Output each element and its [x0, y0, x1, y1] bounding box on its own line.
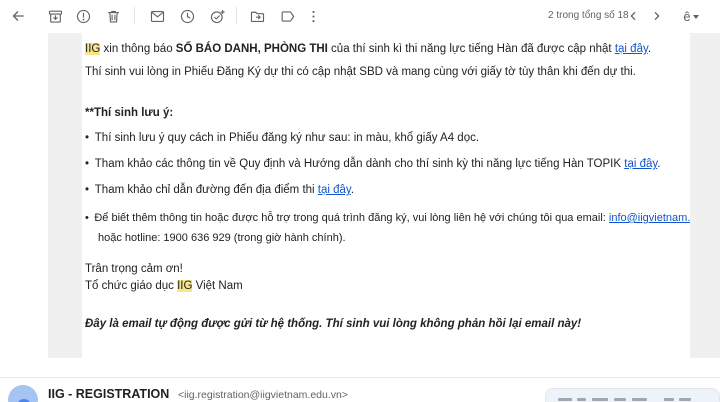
chevron-right-icon [654, 12, 660, 20]
email-content-card: IIG xin thông báo SỐ BÁO DANH, PHÒNG THI… [82, 33, 690, 358]
toolbar: 2 trong tổng số 18 ê [0, 0, 720, 32]
sender-avatar[interactable] [8, 385, 38, 402]
search-highlight: IIG [85, 43, 101, 55]
dropdown-caret-icon [692, 15, 699, 19]
delete-button[interactable] [101, 4, 125, 28]
add-to-tasks-button[interactable] [205, 4, 229, 28]
link-email-address[interactable]: info@iigvietnam.edu.vn [609, 212, 690, 224]
body-text: Trân trọng cảm ơn! [85, 263, 183, 275]
body-text: Tham khảo các thông tin về Quy định và H… [94, 158, 625, 170]
report-spam-button[interactable] [71, 4, 95, 28]
clock-icon [180, 9, 194, 23]
search-highlight: IIG [177, 280, 193, 292]
email-paragraph: Thí sinh vui lòng in Phiếu Đăng Ký dự th… [85, 66, 636, 78]
bullet-item: Để biết thêm thông tin hoặc được hỗ trợ … [85, 208, 690, 248]
bullet-item: Tham khảo các thông tin về Quy định và H… [85, 156, 660, 172]
clipped-text-fragment [558, 398, 572, 401]
pagination-counter: 2 trong tổng số 18 [548, 10, 629, 21]
clipped-text-fragment [577, 398, 586, 401]
sender-name: IIG - REGISTRATION [48, 387, 170, 401]
body-text: của thí sinh kì thi năng lực tiếng Hàn đ… [327, 43, 615, 55]
chevron-left-icon [630, 12, 636, 20]
mark-unread-button[interactable] [145, 4, 169, 28]
body-text: Tổ chức giáo dục [85, 280, 178, 292]
clipped-text-fragment [679, 398, 691, 401]
bullet-item: Thí sinh lưu ý quy cách in Phiếu đăng ký… [85, 130, 479, 146]
note-heading: **Thí sinh lưu ý: [85, 107, 174, 119]
archive-button[interactable] [43, 4, 67, 28]
body-text: Tham khảo chỉ dẫn đường đến địa điểm thi [94, 184, 318, 196]
back-button[interactable] [6, 4, 30, 28]
report-spam-icon [76, 9, 90, 23]
body-text: Thí sinh lưu ý quy cách in Phiếu đăng ký… [94, 132, 480, 144]
cutoff-popup-card[interactable] [545, 388, 720, 402]
clipped-text-fragment [632, 398, 647, 401]
more-options-button[interactable] [301, 4, 325, 28]
toolbar-separator [236, 7, 237, 24]
bullet-item: Tham khảo chỉ dẫn đường đến địa điểm thi… [85, 182, 354, 198]
bullet-marker [85, 184, 95, 196]
more-vertical-icon [311, 10, 315, 22]
body-text: . [350, 184, 355, 196]
move-to-folder-icon [250, 11, 264, 22]
input-tools-icon: ê [683, 8, 691, 24]
body-text: xin thông báo [100, 43, 176, 55]
clipped-text-fragment [664, 398, 674, 401]
link-tai-day[interactable]: tại đây [318, 184, 351, 196]
link-tai-day[interactable]: tại đây [615, 43, 648, 55]
bullet-marker [85, 158, 95, 170]
input-tools-button[interactable]: ê [672, 4, 710, 28]
email-body-region: IIG xin thông báo SỐ BÁO DANH, PHÒNG THI… [48, 33, 720, 358]
clipped-text-fragment [592, 398, 608, 401]
labels-button[interactable] [275, 4, 299, 28]
signature-block: Trân trọng cảm ơn! Tổ chức giáo dục IIG … [85, 261, 243, 295]
body-text: Việt Nam [192, 280, 243, 292]
add-task-icon [210, 9, 225, 23]
envelope-icon [150, 10, 164, 22]
sender-email-address: <iig.registration@iigvietnam.edu.vn> [178, 389, 348, 401]
body-text: hoặc hotline: 1900 636 929 (trong giờ hà… [98, 232, 346, 244]
back-arrow-icon [12, 11, 24, 21]
body-text: . [647, 43, 652, 55]
link-tai-day[interactable]: tại đây [624, 158, 657, 170]
move-to-button[interactable] [245, 4, 269, 28]
toolbar-separator [134, 7, 135, 24]
newer-email-button[interactable] [622, 4, 644, 28]
archive-icon [48, 10, 62, 23]
snooze-button[interactable] [175, 4, 199, 28]
bullet-marker [85, 212, 94, 224]
body-text: . [657, 158, 661, 170]
clipped-text-fragment [614, 398, 626, 401]
label-tag-icon [281, 10, 294, 22]
body-text-bold: SỐ BÁO DANH, PHÒNG THI [175, 43, 328, 55]
bullet-marker [85, 132, 95, 144]
gmail-window: { "window": { "width": 720, "height": 40… [0, 0, 720, 402]
email-paragraph: IIG xin thông báo SỐ BÁO DANH, PHÒNG THI… [85, 41, 651, 57]
body-text: Để biết thêm thông tin hoặc được hỗ trợ … [94, 212, 609, 224]
older-email-button[interactable] [646, 4, 668, 28]
auto-email-disclaimer: Đây là email tự động được gửi từ hệ thốn… [85, 318, 582, 330]
trash-icon [107, 10, 119, 23]
